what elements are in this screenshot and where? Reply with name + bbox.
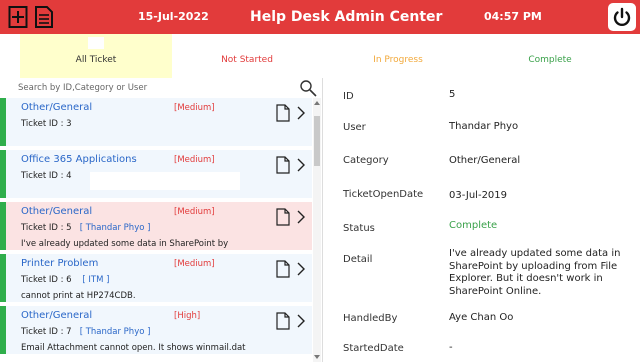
status-label: Status: [343, 223, 375, 234]
chevron-right-icon[interactable]: [296, 210, 306, 224]
document-icon[interactable]: [276, 260, 290, 278]
ticket-id: Ticket ID : 3: [21, 119, 72, 129]
detail-value: I've already updated some data in ShareP…: [449, 248, 621, 297]
add-ticket-icon[interactable]: [8, 5, 28, 29]
ticket-category: Other/General: [21, 310, 93, 321]
ticket-list-item[interactable]: Printer Problem [Medium] Ticket ID : 6 […: [0, 254, 312, 304]
tab-count: [88, 37, 104, 49]
document-icon[interactable]: [276, 104, 290, 122]
ticket-id: Ticket ID : 7 [ Thandar Phyo ]: [21, 327, 150, 337]
ticket-id: Ticket ID : 4: [21, 171, 72, 181]
tab-label: All Ticket: [75, 55, 117, 65]
started-date-label: StartedDate: [343, 343, 404, 354]
search-bar: [0, 78, 322, 98]
tab-label: Complete: [528, 55, 572, 65]
tab-in-progress[interactable]: In Progress: [322, 34, 474, 78]
ticket-category: Office 365 Applications: [21, 154, 137, 165]
ticket-detail: Email Attachment cannot open. It shows w…: [21, 343, 246, 353]
power-icon: [613, 7, 631, 27]
category-label: Category: [343, 155, 389, 166]
header-time: 04:57 PM: [484, 10, 542, 23]
ticket-category: Other/General: [21, 102, 93, 113]
ticket-id-text: Ticket ID : 7: [21, 327, 72, 337]
document-icon[interactable]: [276, 312, 290, 330]
ticket-priority: [Medium]: [174, 155, 215, 165]
ticket-id-text: Ticket ID : 3: [21, 119, 72, 129]
handled-by-value: Aye Chan Oo: [449, 312, 514, 323]
status-bar: [0, 254, 6, 302]
ticket-list-item[interactable]: Other/General [Medium] Ticket ID : 3: [0, 98, 312, 148]
document-icon[interactable]: [276, 208, 290, 226]
tab-all-ticket[interactable]: All Ticket: [20, 34, 172, 78]
id-value: 5: [449, 89, 456, 100]
user-label: User: [343, 122, 366, 133]
header-date: 15-Jul-2022: [138, 10, 209, 23]
started-date-value: -: [449, 342, 453, 353]
ticket-list-item[interactable]: Other/General [High] Ticket ID : 7 [ Tha…: [0, 306, 312, 356]
category-value: Other/General: [449, 155, 521, 166]
tab-complete[interactable]: Complete: [474, 34, 626, 78]
chevron-right-icon[interactable]: [296, 314, 306, 328]
chevron-right-icon[interactable]: [296, 262, 306, 276]
handled-by-label: HandledBy: [343, 313, 398, 324]
ticket-assignee: [ ITM ]: [82, 275, 110, 285]
list-scrollbar[interactable]: [313, 98, 321, 362]
tab-label: Not Started: [221, 55, 273, 65]
ticket-detail: cannot print at HP274CDB.: [21, 291, 136, 301]
scroll-thumb[interactable]: [314, 116, 320, 166]
ticket-priority: [Medium]: [174, 259, 215, 269]
ticket-id: Ticket ID : 5 [ Thandar Phyo ]: [21, 223, 150, 233]
ticket-id: Ticket ID : 6 [ ITM ]: [21, 275, 109, 285]
tab-count: [239, 37, 255, 49]
id-label: ID: [343, 91, 354, 102]
search-icon[interactable]: [299, 79, 317, 97]
open-date-label: TicketOpenDate: [343, 189, 424, 200]
app-header: 15-Jul-2022 Help Desk Admin Center 04:57…: [0, 0, 640, 34]
chevron-right-icon[interactable]: [296, 106, 306, 120]
open-date-value: 03-Jul-2019: [449, 190, 508, 201]
tab-not-started[interactable]: Not Started: [172, 34, 322, 78]
ticket-priority: [Medium]: [174, 103, 215, 113]
status-bar: [0, 202, 6, 250]
ticket-category: Other/General: [21, 206, 93, 217]
chevron-right-icon[interactable]: [296, 158, 306, 172]
scroll-down-icon[interactable]: [313, 354, 321, 360]
status-value: Complete: [449, 220, 498, 231]
ticket-category: Printer Problem: [21, 258, 99, 269]
tab-label: In Progress: [373, 55, 423, 65]
status-bar: [0, 150, 6, 198]
page-title: Help Desk Admin Center: [250, 9, 443, 25]
ticket-list: Other/General [Medium] Ticket ID : 3 Off…: [0, 98, 312, 362]
search-input[interactable]: [18, 80, 293, 96]
status-tabs: All Ticket Not Started In Progress Compl…: [0, 34, 640, 78]
document-icon[interactable]: [34, 5, 54, 29]
status-bar: [0, 98, 6, 146]
detail-label: Detail: [343, 254, 373, 265]
assignee-placeholder: [90, 172, 240, 190]
ticket-detail: I've already updated some data in ShareP…: [21, 239, 229, 249]
user-value: Thandar Phyo: [449, 121, 519, 132]
status-bar: [0, 306, 6, 354]
power-button[interactable]: [608, 3, 636, 31]
ticket-id-text: Ticket ID : 4: [21, 171, 72, 181]
ticket-id-text: Ticket ID : 5: [21, 223, 72, 233]
ticket-assignee: [ Thandar Phyo ]: [79, 327, 151, 337]
document-icon[interactable]: [276, 156, 290, 174]
ticket-priority: [Medium]: [174, 207, 215, 217]
ticket-priority: [High]: [174, 311, 201, 321]
tab-count: [390, 37, 406, 49]
ticket-assignee: [ Thandar Phyo ]: [79, 223, 151, 233]
ticket-list-item[interactable]: Office 365 Applications [Medium] Ticket …: [0, 150, 312, 200]
ticket-detail-panel: ID 5 User Thandar Phyo Category Other/Ge…: [323, 78, 640, 362]
ticket-id-text: Ticket ID : 6: [21, 275, 72, 285]
ticket-list-item-selected[interactable]: Other/General [Medium] Ticket ID : 5 [ T…: [0, 202, 312, 252]
tab-count: [542, 37, 558, 49]
scroll-up-icon[interactable]: [313, 100, 321, 106]
